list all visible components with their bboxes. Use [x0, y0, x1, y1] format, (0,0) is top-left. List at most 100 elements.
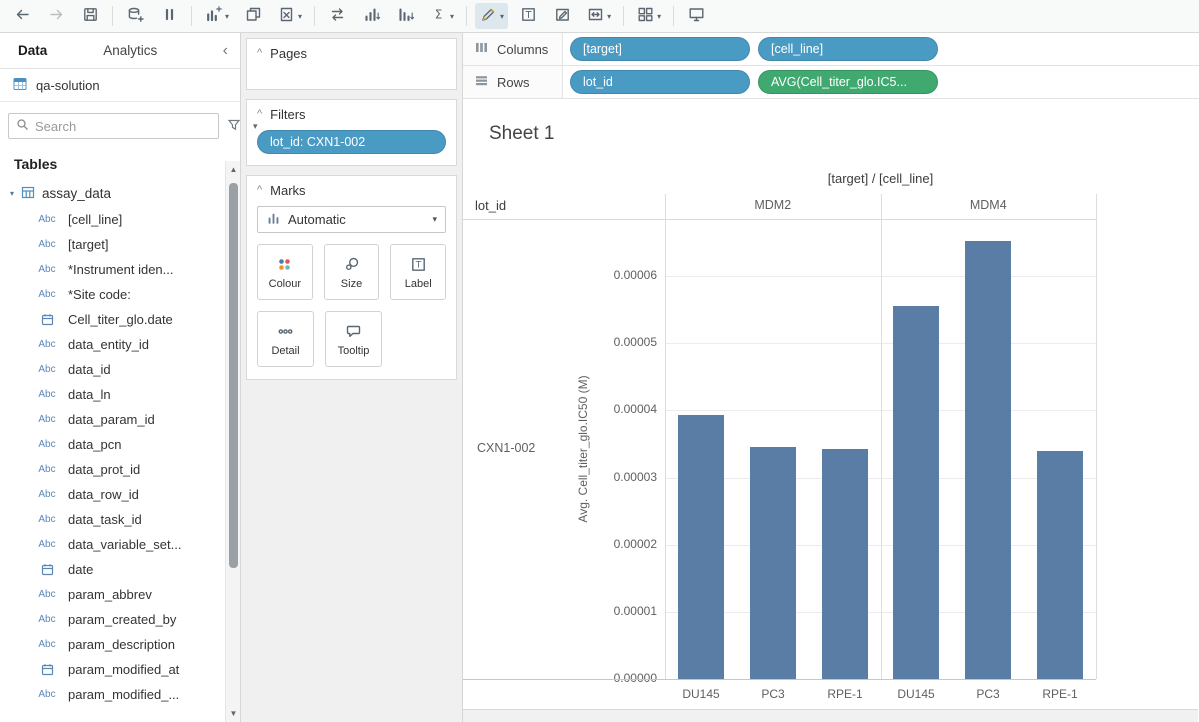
field-row[interactable]: Abcparam_created_by: [0, 607, 240, 632]
field-row[interactable]: Abcdata_row_id: [0, 482, 240, 507]
pages-card-body[interactable]: [247, 67, 456, 89]
category-label[interactable]: PC3: [733, 687, 813, 701]
tab-data[interactable]: Data: [0, 43, 47, 58]
filter-fields-icon[interactable]: [227, 118, 241, 134]
dropdown-caret-icon: ▾: [450, 12, 454, 21]
table-row-assay-data[interactable]: ▾ assay_data: [0, 180, 240, 207]
scrollbar-thumb[interactable]: [229, 183, 238, 568]
bar[interactable]: [750, 447, 796, 679]
field-row[interactable]: Cell_titer_glo.date: [0, 307, 240, 332]
field-row[interactable]: Abcparam_modified_...: [0, 682, 240, 707]
data-pane-scrollbar[interactable]: ▲ ▼: [225, 161, 240, 722]
string-field-icon: Abc: [34, 489, 60, 500]
field-row[interactable]: Abcdata_id: [0, 357, 240, 382]
category-label[interactable]: RPE-1: [1020, 687, 1100, 701]
marks-card-header[interactable]: ^ Marks: [247, 176, 456, 204]
toolbar-separator: [673, 6, 674, 26]
columns-shelf-track[interactable]: [target] [cell_line]: [563, 33, 1199, 65]
data-pane-menu-caret-icon[interactable]: ▾: [249, 121, 262, 132]
bar[interactable]: [893, 306, 939, 679]
sheet-canvas: Sheet 1 [target] / [cell_line]lot_id0.00…: [463, 99, 1199, 722]
field-row[interactable]: Abcdata_entity_id: [0, 332, 240, 357]
presentation-mode-icon: [687, 5, 706, 27]
save-button[interactable]: [76, 3, 104, 29]
colour-button[interactable]: Colour: [257, 244, 313, 300]
field-row[interactable]: Abcparam_abbrev: [0, 582, 240, 607]
column-header[interactable]: MDM2: [665, 198, 881, 212]
column-header[interactable]: MDM4: [881, 198, 1097, 212]
new-data-source-button[interactable]: [121, 3, 149, 29]
data-pane-tabs: Data Analytics ‹: [0, 33, 240, 69]
scroll-up-icon[interactable]: ▲: [226, 165, 241, 174]
pause-auto-updates-button[interactable]: [155, 3, 183, 29]
detail-button[interactable]: Detail: [257, 311, 314, 367]
bar[interactable]: [822, 449, 868, 679]
size-icon: [342, 254, 361, 275]
header-underline: [463, 219, 1096, 220]
filters-card-header[interactable]: ^ Filters: [247, 100, 456, 128]
filter-pill[interactable]: lot_id: CXN1-002: [257, 130, 446, 154]
totals-button[interactable]: Σ▾: [425, 3, 458, 29]
sort-ascending-button[interactable]: [357, 3, 385, 29]
field-row[interactable]: param_modified_at: [0, 657, 240, 682]
new-worksheet-button[interactable]: ▾: [200, 3, 233, 29]
marks-card-title: Marks: [270, 183, 305, 198]
category-label[interactable]: RPE-1: [805, 687, 885, 701]
label-button[interactable]: TLabel: [390, 244, 446, 300]
rows-shelf-track[interactable]: lot_id AVG(Cell_titer_glo.IC5...: [563, 66, 1199, 98]
string-field-icon: Abc: [34, 639, 60, 650]
dropdown-caret-icon: ▾: [298, 12, 302, 21]
pages-card-header[interactable]: ^ Pages: [247, 39, 456, 67]
swap-rows-columns-button[interactable]: [323, 3, 351, 29]
bar[interactable]: [1037, 451, 1083, 679]
field-row[interactable]: Abc[cell_line]: [0, 207, 240, 232]
shelf-pill[interactable]: [target]: [570, 37, 750, 61]
field-row[interactable]: Abc param_description: [0, 632, 240, 657]
tab-analytics[interactable]: Analytics: [103, 43, 157, 58]
search-box[interactable]: [8, 113, 219, 139]
scroll-down-icon[interactable]: ▼: [226, 709, 241, 718]
bar[interactable]: [678, 415, 724, 679]
collapse-pane-icon[interactable]: ‹: [211, 43, 240, 59]
show-hide-cards-button[interactable]: ▾: [632, 3, 665, 29]
field-row[interactable]: Abcdata_task_id: [0, 507, 240, 532]
field-row[interactable]: Abcdata_pcn: [0, 432, 240, 457]
string-field-icon: Abc: [34, 539, 60, 550]
pages-card: ^ Pages: [246, 38, 457, 90]
field-row[interactable]: Abcdata_param_id: [0, 407, 240, 432]
field-row[interactable]: Abcdata_prot_id: [0, 457, 240, 482]
highlight-button[interactable]: ▾: [475, 3, 508, 29]
collapse-table-icon[interactable]: ▾: [10, 189, 14, 198]
undo-button[interactable]: [8, 3, 36, 29]
field-row[interactable]: Abcdata_ln: [0, 382, 240, 407]
field-label: param_description: [68, 637, 175, 652]
bar[interactable]: [965, 241, 1011, 679]
shelf-pill[interactable]: lot_id: [570, 70, 750, 94]
field-row[interactable]: Abc*Site code:: [0, 282, 240, 307]
field-row[interactable]: Abc[target]: [0, 232, 240, 257]
toolbar: ▾▾Σ▾▾T▾▾: [0, 0, 1199, 33]
datasource-row[interactable]: qa-solution: [0, 69, 240, 102]
presentation-mode-button[interactable]: [682, 3, 710, 29]
show-mark-labels-button[interactable]: T: [514, 3, 542, 29]
field-row[interactable]: date: [0, 557, 240, 582]
category-label[interactable]: DU145: [876, 687, 956, 701]
fix-axes-button[interactable]: [548, 3, 576, 29]
search-input[interactable]: [35, 119, 211, 134]
field-row[interactable]: Abc*Instrument iden...: [0, 257, 240, 282]
tooltip-button[interactable]: Tooltip: [325, 311, 382, 367]
row-header-value[interactable]: CXN1-002: [477, 441, 535, 455]
string-field-icon: Abc: [34, 464, 60, 475]
mark-type-dropdown[interactable]: Automatic ▾: [257, 206, 446, 233]
sort-descending-button[interactable]: [391, 3, 419, 29]
clear-sheet-button[interactable]: ▾: [273, 3, 306, 29]
shelf-pill[interactable]: [cell_line]: [758, 37, 938, 61]
size-button[interactable]: Size: [324, 244, 380, 300]
category-label[interactable]: DU145: [661, 687, 741, 701]
shelf-pill[interactable]: AVG(Cell_titer_glo.IC5...: [758, 70, 938, 94]
fit-button[interactable]: ▾: [582, 3, 615, 29]
category-label[interactable]: PC3: [948, 687, 1028, 701]
tooltip-icon: [344, 321, 363, 342]
duplicate-button[interactable]: [239, 3, 267, 29]
field-row[interactable]: Abcdata_variable_set...: [0, 532, 240, 557]
